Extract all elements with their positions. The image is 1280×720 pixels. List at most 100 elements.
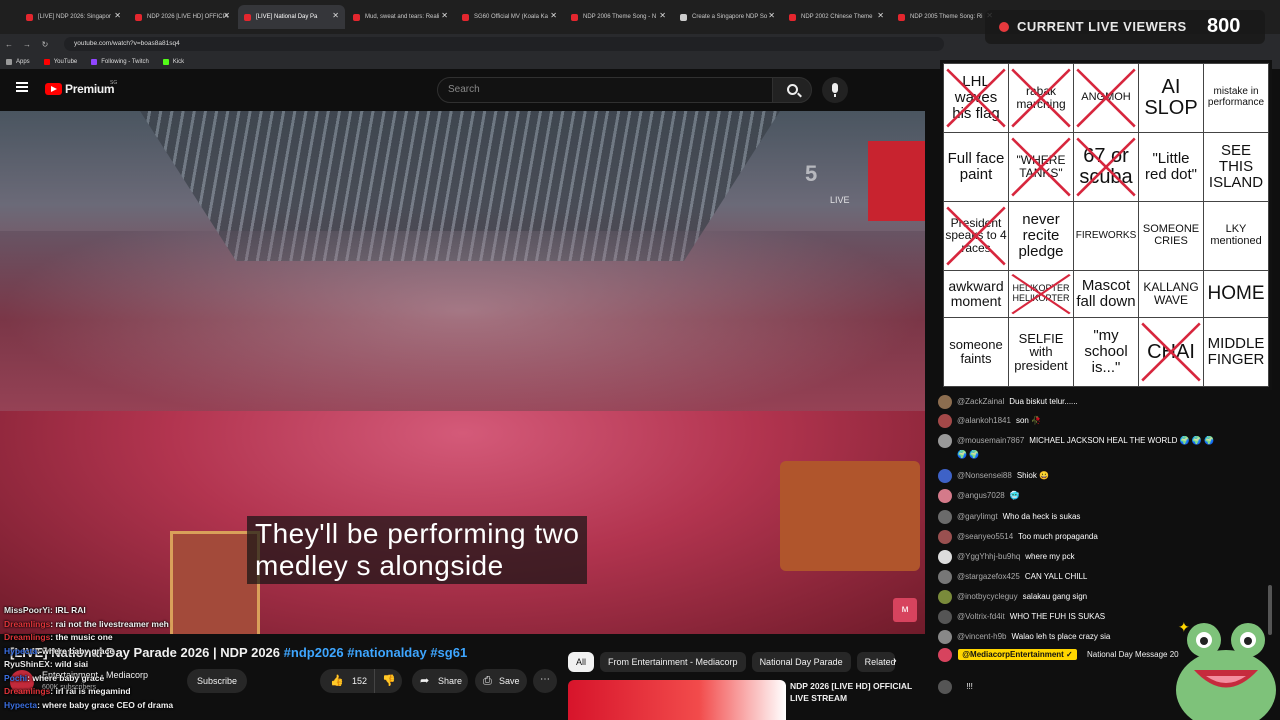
browser-tab[interactable]: NDP 2002 Chinese Theme ✕ xyxy=(783,5,890,29)
chat-avatar[interactable] xyxy=(938,489,952,503)
chat-input[interactable]: !!! xyxy=(938,680,1198,700)
chat-avatar[interactable] xyxy=(938,570,952,584)
close-tab-icon[interactable]: ✕ xyxy=(768,11,775,20)
recommended-video-title[interactable]: NDP 2026 [LIVE HD] OFFICIAL LIVE STREAM xyxy=(790,680,925,704)
chat-avatar[interactable] xyxy=(938,530,952,544)
bingo-cell: "WHERE TANKS" xyxy=(1008,131,1074,202)
chat-author[interactable]: @Voltrix-fd4it xyxy=(957,612,1005,621)
chat-message: @YggYhhj-bu9hq where my pck xyxy=(938,550,1075,564)
share-button[interactable]: ➦ Share xyxy=(412,669,468,693)
bingo-row: Full face paint "WHERE TANKS" 67 or scuba "… xyxy=(943,131,1269,202)
bingo-cell-text: MIDDLE FINGER xyxy=(1207,335,1265,369)
bookmark-youtube[interactable]: YouTube xyxy=(43,58,77,65)
cross-out-mark xyxy=(1076,137,1136,197)
youtube-logo-icon[interactable] xyxy=(45,83,62,95)
chat-author[interactable]: @alankoh1841 xyxy=(957,416,1011,425)
more-actions-button[interactable]: ⋯ xyxy=(533,669,557,693)
chip-all[interactable]: All xyxy=(568,652,595,672)
close-tab-icon[interactable]: ✕ xyxy=(332,11,339,20)
browser-tab[interactable]: Create a Singapore NDP So ✕ xyxy=(674,5,781,29)
reload-icon[interactable]: ↻ xyxy=(36,40,54,49)
live-watermark: LIVE xyxy=(830,195,850,205)
overlay-chat-line: Dreamlings: irl rai is megamind xyxy=(4,685,304,699)
close-tab-icon[interactable]: ✕ xyxy=(550,11,557,20)
close-tab-icon[interactable]: ✕ xyxy=(114,11,121,20)
chat-author[interactable]: @inotbycycleguy xyxy=(957,592,1018,601)
chat-text: CAN YALL CHILL xyxy=(1024,572,1088,582)
chat-avatar[interactable] xyxy=(938,414,952,428)
premium-wordmark[interactable]: Premium xyxy=(65,82,115,96)
chat-avatar[interactable] xyxy=(938,395,952,409)
chat-message: @Nonsensei88 Shiok 😀 xyxy=(938,469,1049,483)
search-input[interactable]: Search xyxy=(437,77,773,103)
chip-related[interactable]: Related xyxy=(856,652,895,672)
forward-icon[interactable]: → xyxy=(18,40,36,49)
browser-tab[interactable]: Mud, sweat and tears: Reali ✕ xyxy=(347,5,454,29)
chevron-right-icon[interactable]: › xyxy=(893,655,897,667)
bingo-cell: KALLANG WAVE xyxy=(1138,269,1204,319)
close-tab-icon[interactable]: ✕ xyxy=(877,11,884,20)
chat-author[interactable]: @garylimgt xyxy=(957,512,998,521)
browser-tab[interactable]: NDP 2006 Theme Song - N ✕ xyxy=(565,5,672,29)
hamburger-menu-icon[interactable] xyxy=(16,82,28,92)
bingo-cell: Mascot fall down xyxy=(1073,269,1139,319)
chat-author[interactable]: @vincent-h9b xyxy=(957,632,1006,641)
bookmark-twitch[interactable]: Following - Twitch xyxy=(91,58,149,65)
url-field[interactable]: youtube.com/watch?v=boas8a81sq4 xyxy=(64,37,944,51)
chat-avatar[interactable] xyxy=(938,469,952,483)
bookmark-kick[interactable]: Kick xyxy=(162,58,184,65)
chat-author[interactable]: @angus7028 xyxy=(957,491,1005,500)
bookmark-apps[interactable]: Apps xyxy=(6,58,30,65)
stream-chat-overlay: MissPoorYi: IRL RAI Dreamlings: rai not t… xyxy=(4,604,304,712)
chat-author[interactable]: @stargazefox425 xyxy=(957,572,1020,581)
close-tab-icon[interactable]: ✕ xyxy=(441,11,448,20)
chat-avatar[interactable] xyxy=(938,550,952,564)
overlay-chat-user: Dreamlings xyxy=(4,632,51,642)
close-tab-icon[interactable]: ✕ xyxy=(659,11,666,20)
bingo-cell-text: never recite pledge xyxy=(1018,211,1064,260)
bingo-cell: CHAI xyxy=(1138,317,1204,387)
chip-from-channel[interactable]: From Entertainment - Mediacorp xyxy=(600,652,746,672)
thumbs-up-icon: 👍 xyxy=(330,675,344,687)
browser-tab[interactable]: [LIVE] NDP 2026: Singapor ✕ xyxy=(20,5,127,29)
save-button[interactable]: ⎙ Save xyxy=(475,669,527,693)
chat-avatar[interactable] xyxy=(938,590,952,604)
chip-national-day-parade[interactable]: National Day Parade xyxy=(751,652,851,672)
chat-author[interactable]: @YggYhhj-bu9hq xyxy=(957,552,1020,561)
video-hashtags[interactable]: #ndp2026 #nationalday #sg61 xyxy=(284,645,468,660)
dislike-button[interactable]: 👎 xyxy=(374,669,402,693)
search-button[interactable] xyxy=(772,77,812,103)
browser-tab-active[interactable]: [LIVE] National Day Pa ✕ xyxy=(238,5,345,29)
pinned-author-badge: @MediacorpEntertainment ✓ xyxy=(958,649,1077,661)
bingo-cell: FIREWORKS xyxy=(1073,200,1139,271)
recommended-video-thumbnail[interactable] xyxy=(568,680,786,720)
video-player[interactable]: 5 LIVE They'll be performing two medley … xyxy=(0,111,925,634)
like-button[interactable]: 👍 152 xyxy=(320,669,374,693)
chat-avatar[interactable] xyxy=(938,610,952,624)
browser-tab[interactable]: NDP 2026 [LIVE HD] OFFICIA ✕ xyxy=(129,5,236,29)
youtube-favicon-icon xyxy=(135,13,142,21)
overlay-chat-line: Hypecta: where baby grace CEO of drama xyxy=(4,699,304,713)
chat-avatar[interactable] xyxy=(938,510,952,524)
bingo-cell: SOMEONE CRIES xyxy=(1138,200,1204,271)
back-icon[interactable]: ← xyxy=(0,40,18,49)
bingo-cell-text: awkward moment xyxy=(948,278,1004,309)
browser-tab[interactable]: SG60 Official MV (Koala Ka ✕ xyxy=(456,5,563,29)
chat-author[interactable]: @seanyeo5514 xyxy=(957,532,1013,541)
pinned-message[interactable]: @MediacorpEntertainment ✓ National Day M… xyxy=(938,648,1179,662)
close-tab-icon[interactable]: ✕ xyxy=(223,11,230,20)
chat-author[interactable]: @mousemain7867 xyxy=(957,436,1024,445)
overlay-chat-line: MissPoorYi: IRL RAI xyxy=(4,604,304,618)
overlay-chat-text: where baby grace xyxy=(42,645,115,656)
chat-avatar[interactable] xyxy=(938,630,952,644)
bingo-cell: "Little red dot" xyxy=(1138,131,1204,202)
chat-author[interactable]: @ZackZainal xyxy=(957,397,1004,406)
bingo-cell: LKY mentioned xyxy=(1203,200,1269,271)
bingo-cell: someone faints xyxy=(943,317,1009,387)
youtube-favicon-icon xyxy=(898,13,905,21)
frog-mascot-overlay: ✦ xyxy=(1176,619,1276,720)
chat-author[interactable]: @Nonsensei88 xyxy=(957,471,1012,480)
chat-avatar[interactable] xyxy=(938,434,952,448)
browser-tab[interactable]: NDP 2005 Theme Song: Ri✕ xyxy=(892,5,999,29)
voice-search-button[interactable] xyxy=(822,77,848,103)
